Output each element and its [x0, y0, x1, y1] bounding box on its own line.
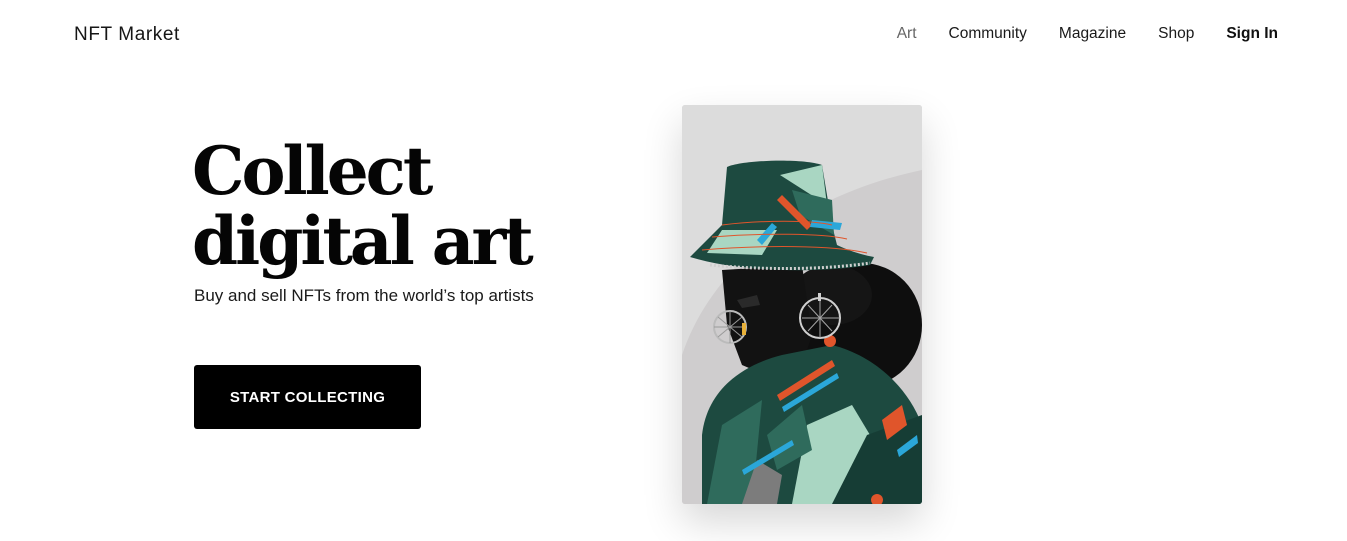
portrait-artwork-image: [682, 105, 922, 504]
sign-in-link[interactable]: Sign In: [1226, 25, 1278, 43]
hero-title: Collect digital art: [192, 136, 592, 276]
hero-title-line-2: digital art: [192, 202, 534, 280]
nav-item-community[interactable]: Community: [949, 25, 1027, 43]
nav-item-magazine[interactable]: Magazine: [1059, 25, 1126, 43]
hero-subtitle: Buy and sell NFTs from the world’s top a…: [194, 286, 534, 305]
page: NFT Market Art Community Magazine Shop S…: [0, 0, 1347, 541]
hero-title-line-1: Collect: [192, 132, 433, 210]
featured-artwork[interactable]: [682, 105, 922, 504]
brand-logo[interactable]: NFT Market: [74, 24, 180, 46]
nav-item-shop[interactable]: Shop: [1158, 25, 1194, 43]
nav-item-art[interactable]: Art: [897, 25, 917, 43]
main-nav: Art Community Magazine Shop Sign In: [897, 25, 1278, 43]
start-collecting-button[interactable]: START COLLECTING: [194, 365, 421, 429]
